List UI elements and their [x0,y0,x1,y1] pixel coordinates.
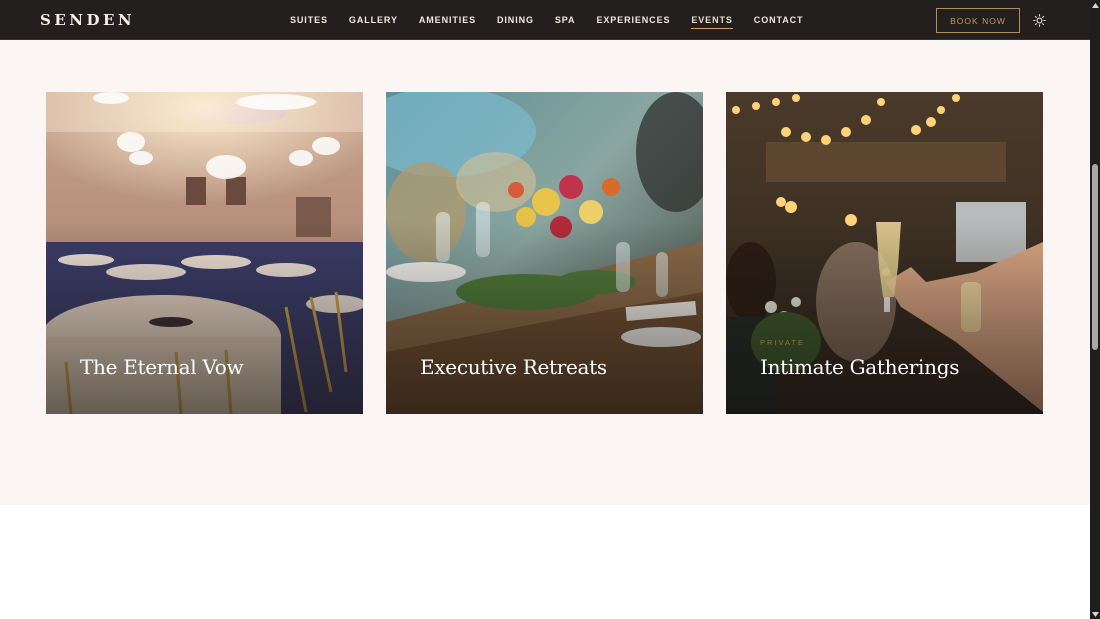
events-section: The Eternal Vow Executive Retreats PRIVA… [0,40,1090,505]
scroll-up-button[interactable] [1090,0,1100,10]
nav-item-experiences[interactable]: EXPERIENCES [596,12,670,28]
triangle-up-icon [1091,2,1099,8]
scrollbar-thumb[interactable] [1092,164,1098,350]
brand-logo[interactable]: SENDEN [40,11,135,29]
event-card-corporate[interactable]: Executive Retreats [386,92,703,414]
card-title: Intimate Gatherings [760,355,960,379]
card-title: Executive Retreats [420,355,607,379]
nav-item-contact[interactable]: CONTACT [754,12,804,28]
book-now-button[interactable]: BOOK NOW [936,8,1020,33]
card-title: The Eternal Vow [80,355,244,379]
card-eyebrow: PRIVATE [760,338,805,347]
page-scrollbar[interactable] [1090,0,1100,619]
event-card-wedding[interactable]: The Eternal Vow [46,92,363,414]
theme-toggle-button[interactable] [1031,12,1048,29]
nav-item-amenities[interactable]: AMENITIES [419,12,476,28]
nav-item-events[interactable]: EVENTS [691,12,733,29]
main-nav: SUITES GALLERY AMENITIES DINING SPA EXPE… [290,0,824,40]
nav-item-spa[interactable]: SPA [555,12,576,28]
nav-item-dining[interactable]: DINING [497,12,534,28]
nav-item-gallery[interactable]: GALLERY [349,12,398,28]
site-header: SENDEN SUITES GALLERY AMENITIES DINING S… [0,0,1090,40]
event-card-private[interactable]: PRIVATE Intimate Gatherings [726,92,1043,414]
scroll-down-button[interactable] [1090,609,1100,619]
nav-item-suites[interactable]: SUITES [290,12,328,28]
triangle-down-icon [1091,611,1099,617]
next-section [0,505,1090,619]
sun-icon [1033,14,1046,27]
